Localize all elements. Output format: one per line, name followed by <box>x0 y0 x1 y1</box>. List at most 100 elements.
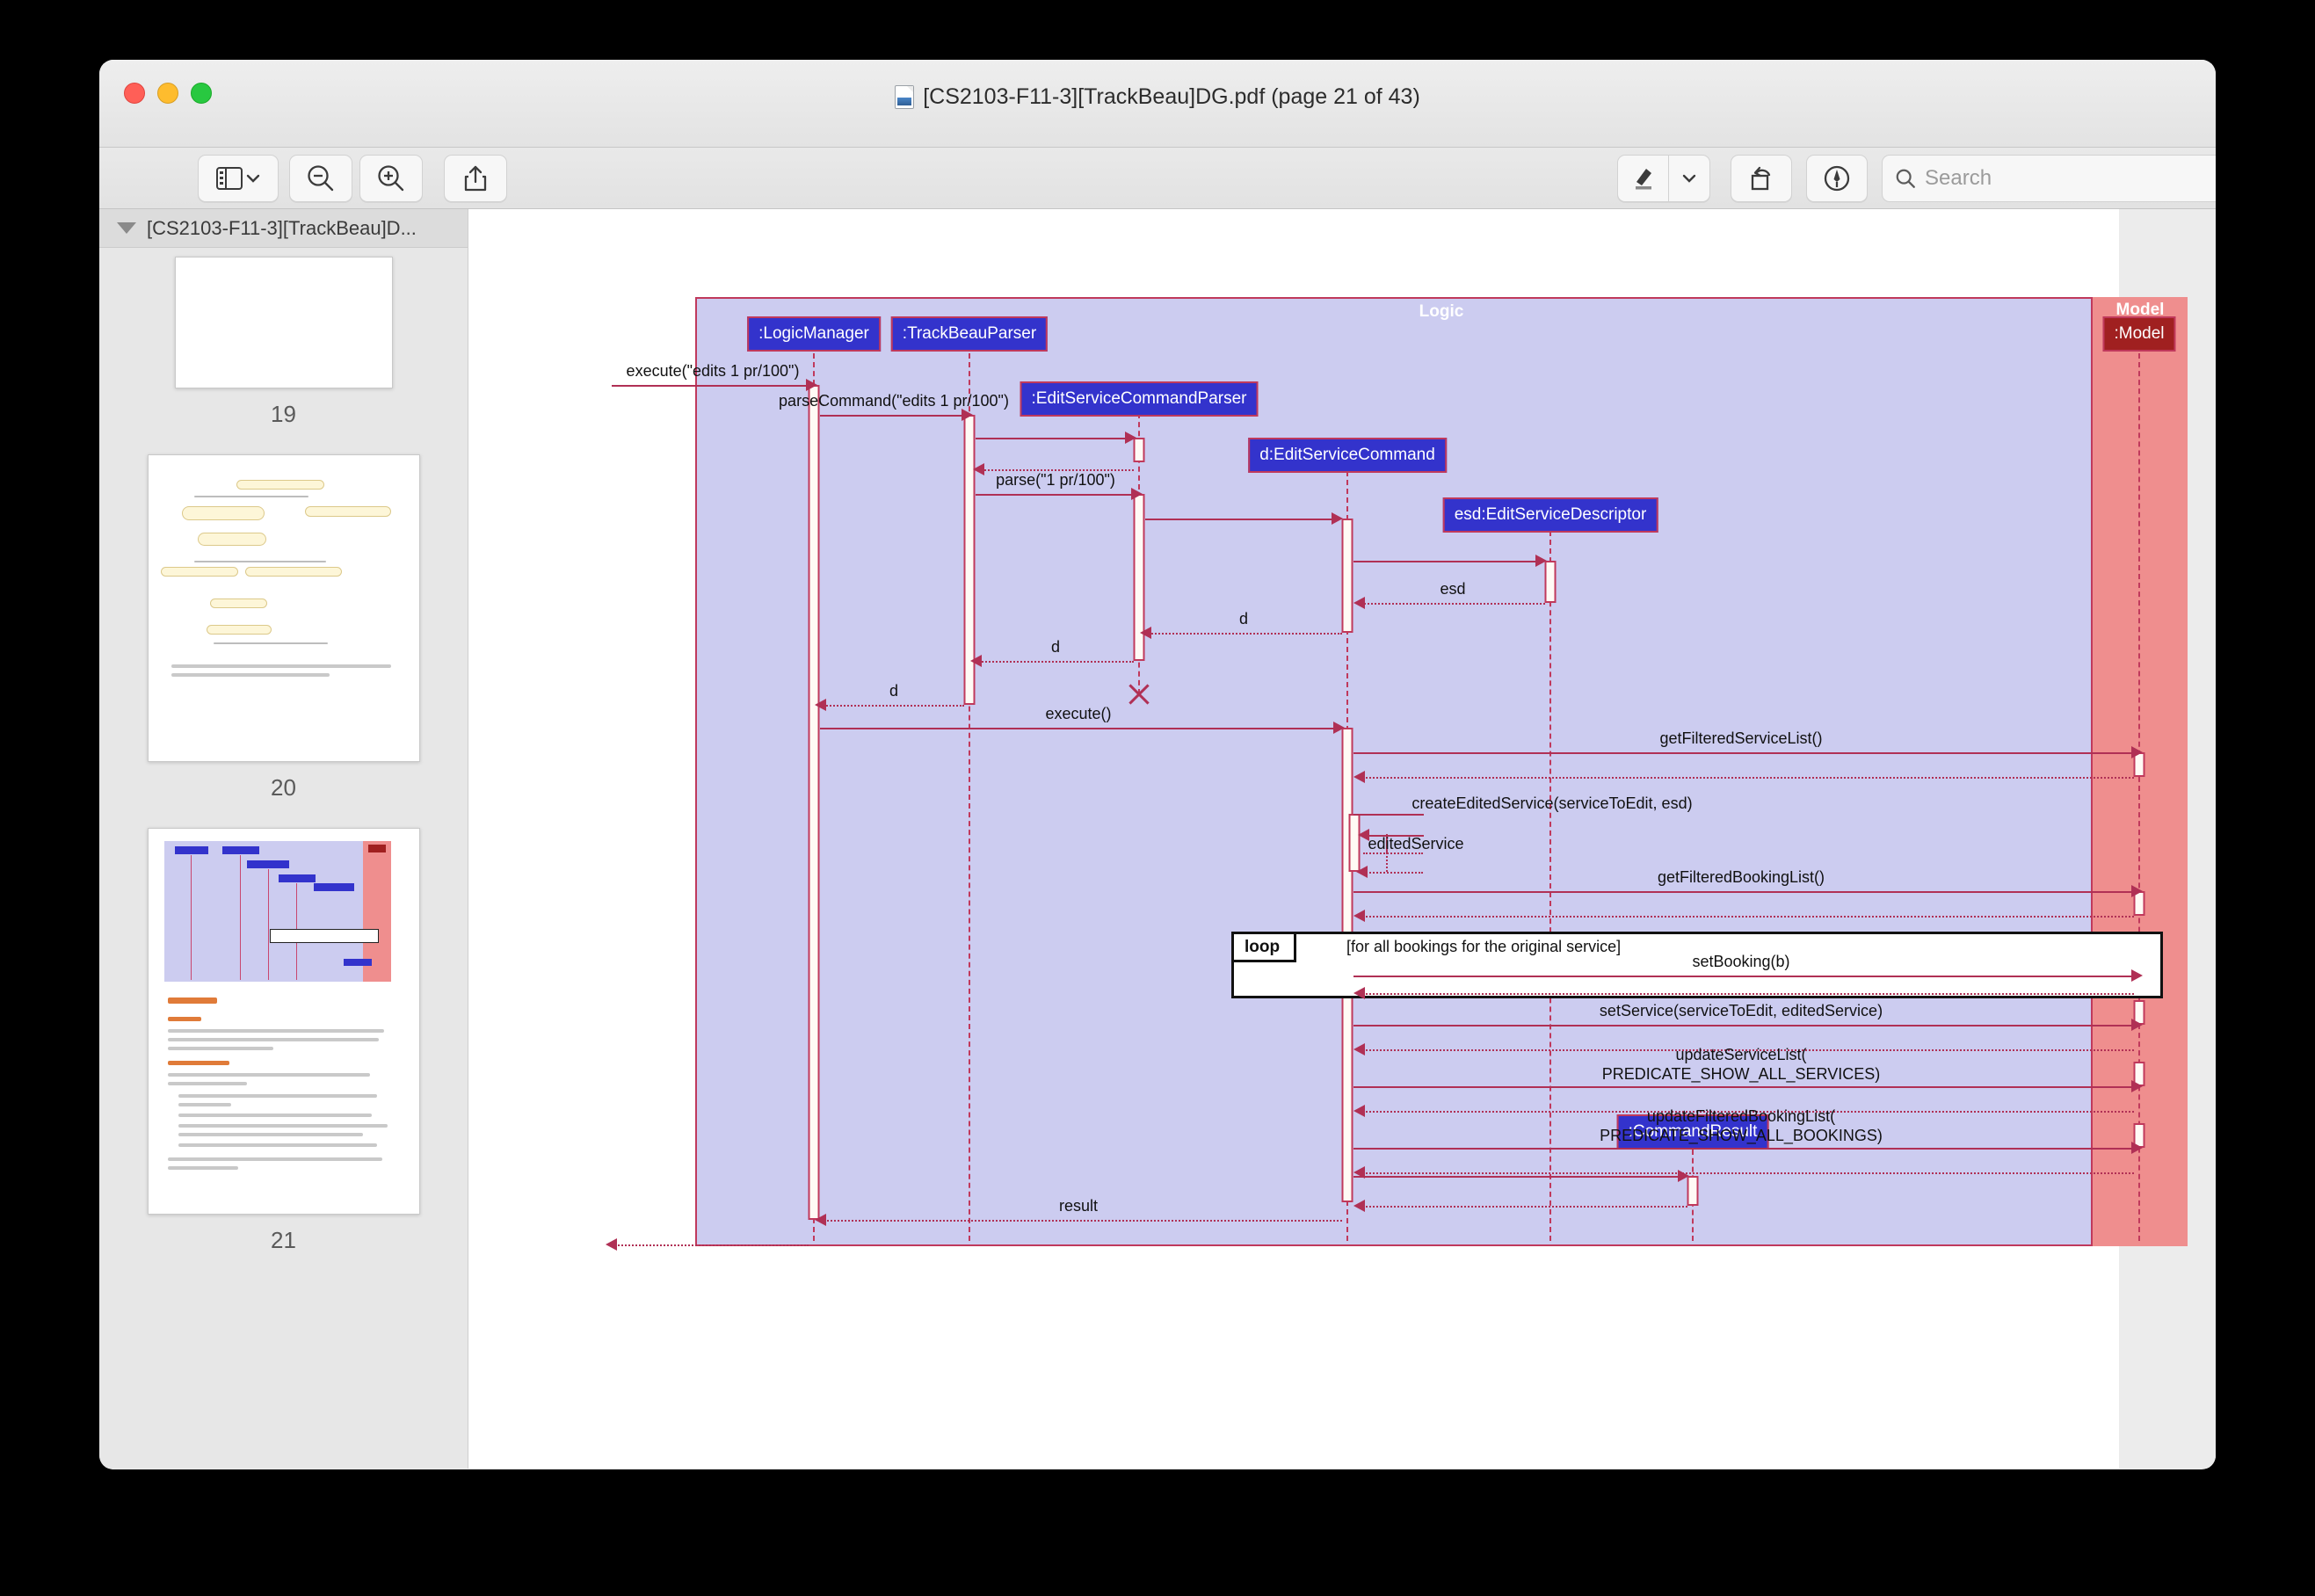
message-return-bookinglist <box>1360 916 2134 918</box>
arrowhead <box>1333 722 1345 734</box>
preview-window: [CS2103-F11-3][TrackBeau]DG.pdf (page 21… <box>99 60 2216 1469</box>
highlight-tool-button[interactable] <box>1617 155 1668 202</box>
thumbnail-item[interactable]: 20 <box>99 454 468 828</box>
message-label: updateServiceList( <box>1675 1046 1806 1064</box>
thumbnail-item[interactable]: 21 <box>99 828 468 1280</box>
search-icon <box>1895 167 1916 190</box>
message-setbooking <box>1353 976 2134 977</box>
share-icon <box>463 164 488 192</box>
thumbnail-list[interactable]: 19 <box>99 248 468 1280</box>
markup-toolbar-button[interactable] <box>1806 155 1868 202</box>
thumbnail-page-number: 21 <box>271 1227 296 1254</box>
participant-label: :LogicManager <box>758 324 869 343</box>
zoom-in-button[interactable] <box>359 155 423 202</box>
arrowhead <box>1140 627 1151 639</box>
chevron-down-icon <box>1682 173 1696 184</box>
share-button[interactable] <box>444 155 507 202</box>
participant-logicmanager: :LogicManager <box>747 316 881 352</box>
loop-condition: [for all bookings for the original servi… <box>1346 938 1621 956</box>
rotate-left-icon <box>1747 164 1775 192</box>
arrowhead <box>1353 1043 1365 1056</box>
message-label: setBooking(b) <box>1692 953 1789 971</box>
message-return-outer <box>612 1244 809 1246</box>
message-label: d <box>1239 610 1248 628</box>
message-create-commandresult <box>1353 1176 1680 1178</box>
message-label: createEditedService(serviceToEdit, esd) <box>1411 794 1692 813</box>
message-return-commandresult <box>1360 1206 1687 1208</box>
destroy-marker-icon <box>1126 681 1152 707</box>
activation-logicmanager <box>809 385 820 1220</box>
sidebar-header[interactable]: [CS2103-F11-3][TrackBeau]D... <box>99 209 468 248</box>
message-return-d-1 <box>1145 633 1342 635</box>
arrowhead <box>962 409 973 421</box>
message-return-esd <box>1360 603 1545 605</box>
rotate-left-button[interactable] <box>1731 155 1792 202</box>
message-label: updateFilteredBookingList( <box>1647 1107 1835 1126</box>
message-execute-outer <box>612 385 809 387</box>
arrowhead <box>1353 597 1365 609</box>
message-label: d <box>889 682 898 700</box>
message-label: setService(serviceToEdit, editedService) <box>1600 1002 1883 1020</box>
arrowhead <box>2131 1142 2143 1154</box>
search-field[interactable] <box>1882 155 2216 202</box>
message-return-d-2 <box>976 661 1134 663</box>
participant-label: :TrackBeauParser <box>903 324 1036 343</box>
participant-editservicecommandparser: :EditServiceCommandParser <box>1020 381 1259 417</box>
arrowhead <box>2131 969 2143 982</box>
arrowhead <box>973 463 984 475</box>
sequence-diagram: Logic Model <box>695 297 2188 1246</box>
zoom-out-button[interactable] <box>289 155 352 202</box>
arrowhead <box>1353 771 1365 783</box>
zoom-out-icon <box>306 163 336 193</box>
window-title: [CS2103-F11-3][TrackBeau]DG.pdf (page 21… <box>923 84 1420 110</box>
participant-editservicecommand: d:EditServiceCommand <box>1248 438 1447 473</box>
message-createeditedservice-top <box>1353 814 1424 816</box>
disclosure-triangle-icon[interactable] <box>117 222 136 234</box>
message-label: editedService <box>1368 835 1463 853</box>
arrowhead <box>1535 555 1547 567</box>
arrowhead <box>2131 1019 2143 1031</box>
zoom-in-icon <box>376 163 406 193</box>
message-return-servicelist <box>1360 777 2134 779</box>
participant-editservicedescriptor: esd:EditServiceDescriptor <box>1443 497 1658 533</box>
arrowhead <box>815 1214 826 1226</box>
arrowhead <box>2131 1080 2143 1092</box>
activation-editservicecommand <box>1342 519 1353 633</box>
lifeline-editservicedescriptor <box>1549 531 1551 1241</box>
thumbnail-page-21[interactable] <box>148 828 420 1215</box>
message-label: execute("edits 1 pr/100") <box>627 362 800 381</box>
message-label: getFilteredBookingList() <box>1658 868 1825 887</box>
toolbar <box>99 148 2216 209</box>
participant-trackbeauparser: :TrackBeauParser <box>891 316 1048 352</box>
message-create-command <box>1145 519 1335 520</box>
message-setservice <box>1353 1025 2134 1027</box>
thumbnail-page-19[interactable] <box>175 257 393 388</box>
message-parse <box>976 494 1134 496</box>
arrowhead <box>1356 866 1368 878</box>
highlight-options-button[interactable] <box>1668 155 1710 202</box>
message-parsecommand <box>820 415 964 417</box>
sidebar-document-title: [CS2103-F11-3][TrackBeau]D... <box>147 217 417 240</box>
arrowhead <box>2131 885 2143 897</box>
message-getfilteredbookinglist <box>1353 891 2134 893</box>
arrowhead <box>1353 987 1365 999</box>
message-execute <box>820 728 1335 729</box>
lifeline-model <box>2138 353 2140 1241</box>
sidebar-view-button[interactable] <box>198 155 279 202</box>
participant-label: :EditServiceCommandParser <box>1032 389 1247 408</box>
message-result <box>820 1220 1342 1222</box>
arrowhead <box>815 699 826 711</box>
thumbnail-item[interactable]: 19 <box>99 257 468 454</box>
message-label: getFilteredServiceList() <box>1659 729 1822 748</box>
message-return-d-3 <box>820 705 964 707</box>
arrowhead <box>1131 488 1143 500</box>
title-bar: [CS2103-F11-3][TrackBeau]DG.pdf (page 21… <box>99 60 2216 148</box>
thumbnail-page-20[interactable] <box>148 454 420 762</box>
content-area: [CS2103-F11-3][TrackBeau]D... 19 <box>99 209 2216 1469</box>
message-label: parseCommand("edits 1 pr/100") <box>779 392 1009 410</box>
loop-tag-label: loop <box>1245 938 1280 957</box>
thumbnail-sidebar[interactable]: [CS2103-F11-3][TrackBeau]D... 19 <box>99 209 468 1469</box>
search-input[interactable] <box>1925 166 2216 191</box>
pdf-page-view[interactable]: Logic Model <box>468 209 2216 1469</box>
loop-tag: loop <box>1234 934 1296 962</box>
